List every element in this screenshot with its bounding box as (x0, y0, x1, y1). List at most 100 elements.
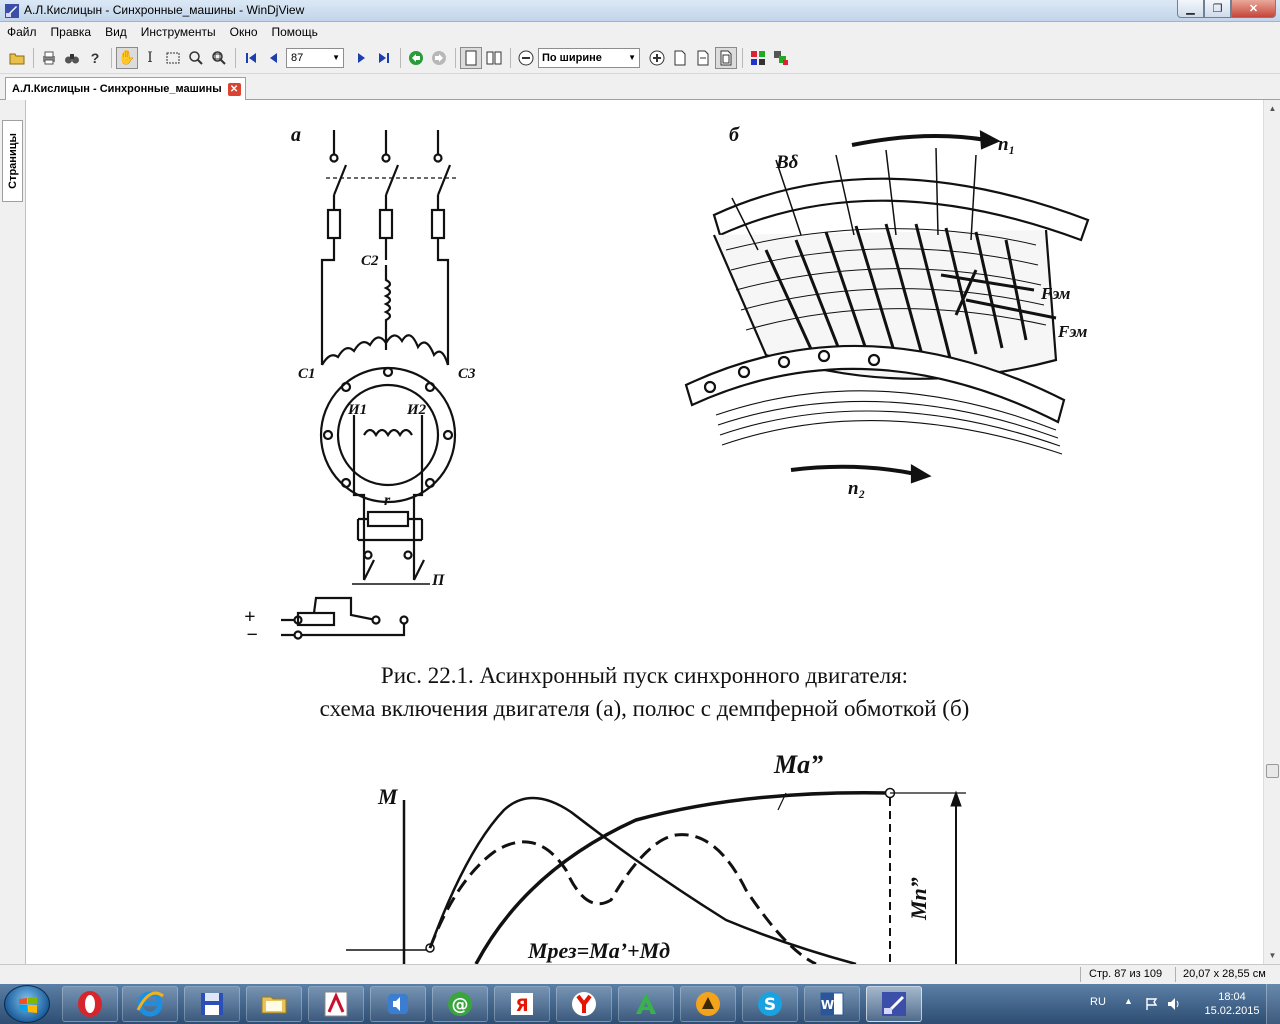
next-page-button[interactable] (350, 47, 372, 69)
close-button[interactable]: ✕ (1231, 0, 1276, 18)
taskbar-aimp[interactable] (680, 986, 736, 1022)
fit-width-icon (697, 50, 709, 65)
single-page-icon (465, 50, 477, 65)
language-indicator[interactable]: RU (1090, 996, 1106, 1008)
minimize-icon: ▁ (1186, 3, 1195, 15)
prev-page-button[interactable] (263, 47, 285, 69)
menu-edit[interactable]: Правка (44, 25, 99, 39)
next-page-icon (358, 52, 365, 63)
clock-time: 18:04 (1218, 991, 1246, 1003)
chevron-down-icon[interactable]: ▼ (628, 53, 639, 62)
back-arrow-icon (409, 50, 423, 65)
taskbar-word[interactable]: W (804, 986, 860, 1022)
taskbar-windjview[interactable] (866, 986, 922, 1022)
hand-tool-button[interactable]: ✋ (116, 46, 138, 69)
label-f-em-2: Fэм (1058, 322, 1088, 341)
select-text-button[interactable]: I (139, 47, 161, 69)
scroll-up-icon[interactable]: ▲ (1264, 100, 1280, 117)
show-desktop-button[interactable] (1266, 984, 1280, 1024)
zoom-in-icon (649, 50, 665, 65)
vertical-scrollbar[interactable]: ▲ ▼ (1263, 100, 1280, 964)
menu-window[interactable]: Окно (223, 25, 265, 39)
close-icon: ✕ (1248, 3, 1259, 15)
taskbar-yandex-browser[interactable] (556, 986, 612, 1022)
zoom-out-icon (518, 50, 534, 65)
taskbar-skype[interactable]: S (742, 986, 798, 1022)
taskbar-save[interactable] (184, 986, 240, 1022)
windjview-app-icon[interactable] (4, 3, 20, 19)
open-button[interactable] (6, 47, 28, 69)
print-button[interactable] (38, 47, 60, 69)
label-minus: − (246, 624, 259, 646)
fit-width-button[interactable] (692, 47, 714, 69)
graph-mn-label: Mn” (906, 877, 931, 920)
zoom-combobox[interactable]: По ширине ▼ (538, 47, 640, 68)
taskbar-yandex[interactable]: Я (494, 986, 550, 1022)
volume-icon[interactable] (1166, 996, 1182, 1012)
label-c2: С2 (361, 253, 379, 269)
zoom-tool-button[interactable] (185, 47, 207, 69)
fit-page-button[interactable] (715, 46, 737, 69)
clock[interactable]: 18:04 15.02.2015 (1192, 990, 1272, 1018)
svg-text:S: S (764, 995, 776, 1015)
back-button[interactable] (405, 47, 427, 69)
status-bar: Стр. 87 из 109 20,07 x 28,55 см (0, 964, 1280, 984)
actual-size-button[interactable] (669, 47, 691, 69)
taskbar-adobe-reader[interactable] (308, 986, 364, 1022)
zoom-in-button[interactable] (646, 47, 668, 69)
hand-icon: ✋ (118, 49, 136, 65)
taskbar-media-player[interactable] (370, 986, 426, 1022)
taskbar-opera[interactable] (62, 986, 118, 1022)
layers-icon (774, 50, 788, 65)
prev-page-icon (270, 52, 277, 63)
taskbar: @ Я S W RU ▲ 18:04 15.02.2015 (0, 984, 1280, 1024)
select-area-button[interactable] (162, 47, 184, 69)
menu-file[interactable]: Файл (0, 25, 44, 39)
last-page-icon (379, 52, 389, 63)
window-title: А.Л.Кислицын - Синхронные_машины - WinDj… (24, 3, 305, 17)
page-number-combobox[interactable]: 87 ▼ (286, 47, 344, 68)
pages-panel-tab[interactable]: Страницы (2, 120, 23, 202)
two-pages-button[interactable] (483, 47, 505, 69)
single-page-button[interactable] (460, 46, 482, 69)
start-button[interactable] (4, 985, 50, 1023)
figure-b-pole (684, 130, 1090, 484)
svg-text:@: @ (452, 995, 469, 1015)
label-p: П (432, 572, 445, 589)
color-squares-icon (751, 50, 765, 65)
taskbar-icq[interactable]: @ (432, 986, 488, 1022)
document-view[interactable]: а б С2 С1 С3 И1 И2 r П + − Bδ n₁ n₂ Fэм … (26, 100, 1263, 964)
side-panel: Страницы (0, 100, 26, 964)
menu-view[interactable]: Вид (98, 25, 134, 39)
find-button[interactable] (61, 47, 83, 69)
color-mode-button[interactable] (747, 47, 769, 69)
label-c1: С1 (298, 366, 316, 382)
zoom-rect-button[interactable] (208, 47, 230, 69)
windows-logo-icon (19, 997, 37, 1013)
help-button[interactable]: ? (84, 47, 106, 69)
forward-button[interactable] (428, 47, 450, 69)
graph-ma2-label: Ma” (774, 750, 824, 779)
show-hidden-icons-icon[interactable]: ▲ (1124, 996, 1133, 1006)
printer-icon (43, 51, 55, 64)
document-tab[interactable]: А.Л.Кислицын - Синхронные_машины ✕ (5, 77, 246, 100)
menu-help[interactable]: Помощь (265, 25, 325, 39)
zoom-out-button[interactable] (515, 47, 537, 69)
question-mark-icon: ? (90, 49, 100, 66)
maximize-button[interactable]: ❐ (1204, 0, 1231, 18)
first-page-button[interactable] (240, 47, 262, 69)
scrollbar-thumb[interactable] (1266, 764, 1279, 778)
taskbar-acrobat[interactable] (618, 986, 674, 1022)
chevron-down-icon[interactable]: ▼ (332, 53, 343, 62)
scroll-down-icon[interactable]: ▼ (1264, 947, 1280, 964)
taskbar-file-explorer[interactable] (246, 986, 302, 1022)
close-tab-icon[interactable]: ✕ (227, 82, 241, 96)
minimize-button[interactable]: ▁ (1177, 0, 1204, 18)
taskbar-internet-explorer[interactable] (122, 986, 178, 1022)
clock-date: 15.02.2015 (1204, 1005, 1260, 1017)
figure-b-label: б (729, 124, 739, 146)
menu-tools[interactable]: Инструменты (134, 25, 223, 39)
last-page-button[interactable] (373, 47, 395, 69)
display-mode-button[interactable] (770, 47, 792, 69)
action-center-flag-icon[interactable] (1144, 996, 1160, 1012)
